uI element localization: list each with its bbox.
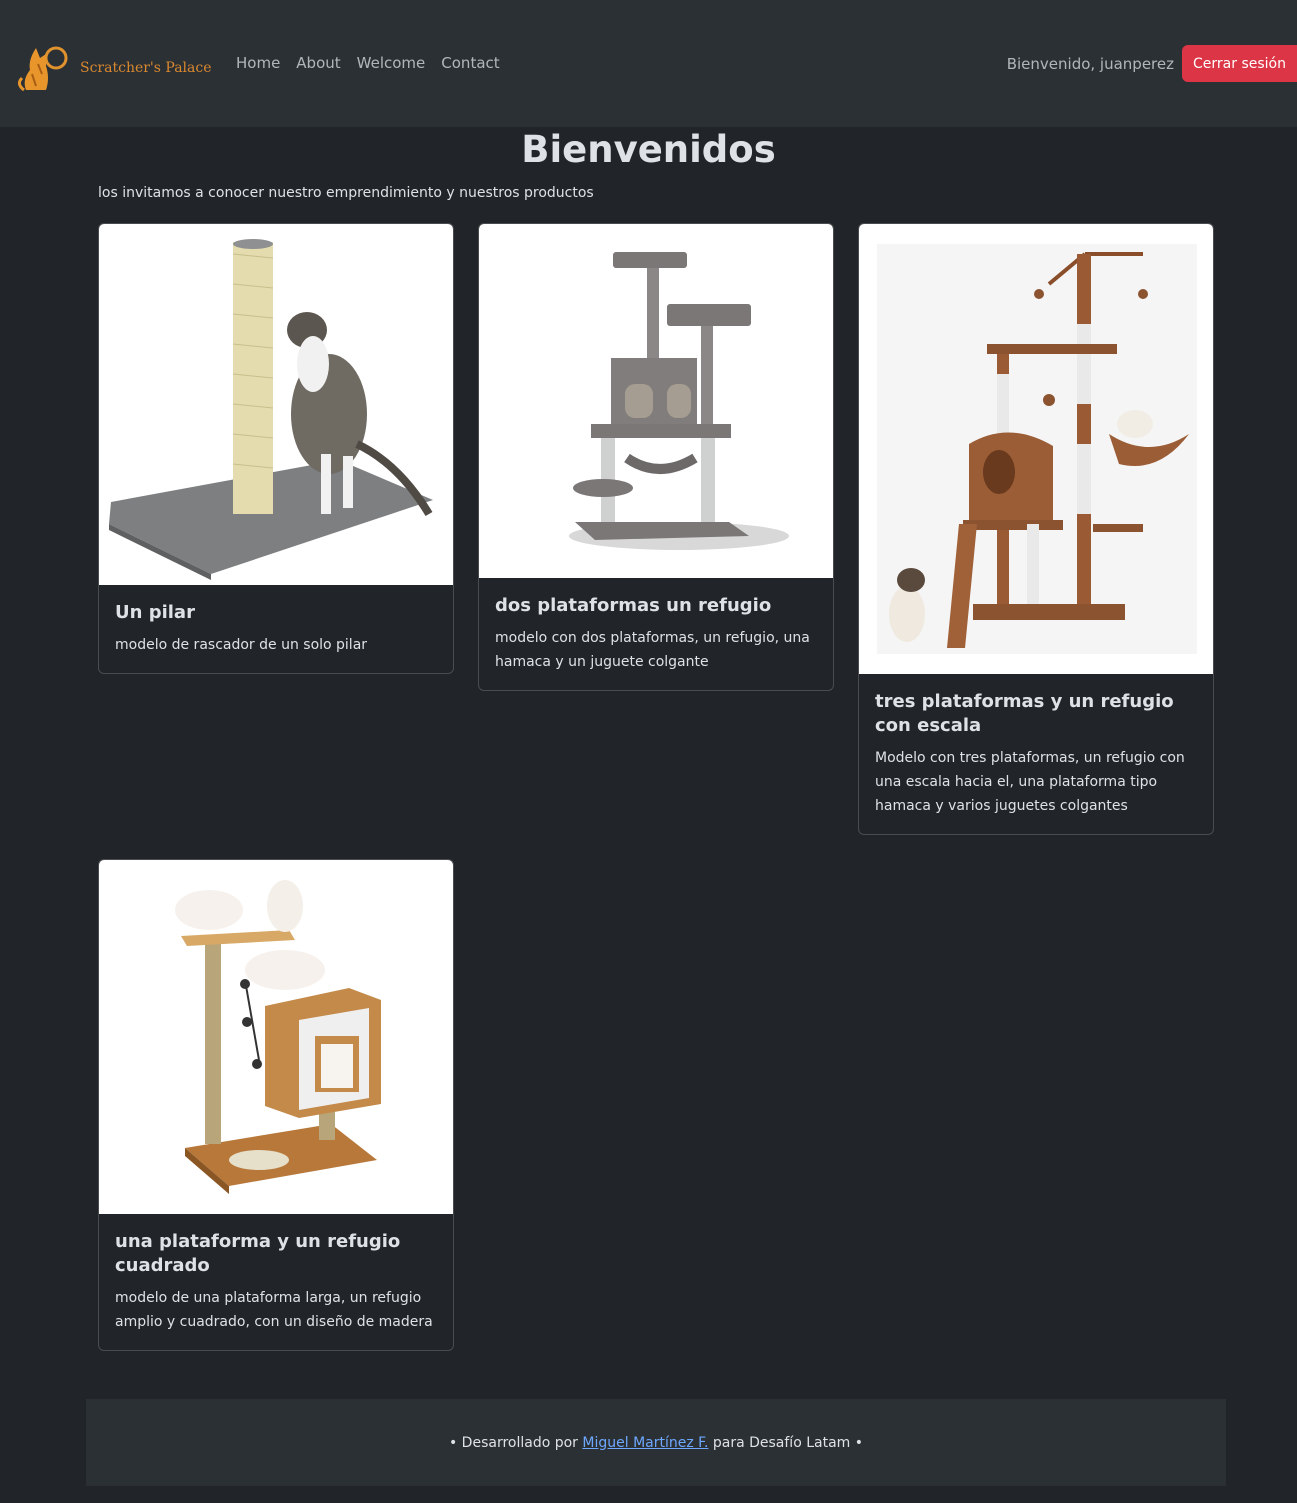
product-card: Un pilar modelo de rascador de un solo p…: [98, 223, 454, 674]
user-greeting: Bienvenido, juanperez: [1006, 55, 1174, 73]
footer: • Desarrollado por Miguel Martínez F. pa…: [86, 1399, 1226, 1486]
brand-name: Scratcher's Palace: [80, 60, 212, 76]
card-title: Un pilar: [115, 602, 195, 623]
nav-link-welcome[interactable]: Welcome: [357, 54, 426, 72]
card-title: dos plataformas un refugio: [495, 595, 772, 616]
intro-text: los invitamos a conocer nuestro emprendi…: [98, 185, 594, 201]
card-text: modelo de rascador de un solo pilar: [115, 637, 368, 653]
author-link[interactable]: Miguel Martínez F.: [582, 1435, 708, 1451]
footer-suffix: para Desafío Latam •: [708, 1434, 864, 1451]
card-title: tres plataformas y un refugio con escala: [875, 691, 1174, 736]
card-text: Modelo con tres plataformas, un refugio …: [875, 750, 1185, 814]
footer-prefix: • Desarrollado por: [448, 1434, 583, 1451]
product-image-three-platforms: [859, 224, 1213, 674]
product-image-two-platforms: [479, 224, 833, 578]
footer-text: • Desarrollado por Miguel Martínez F. pa…: [449, 1435, 863, 1451]
product-card: tres plataformas y un refugio con escala…: [858, 223, 1214, 835]
product-card: dos plataformas un refugio modelo con do…: [478, 223, 834, 691]
cat-tree-square-refuge-illustration: [175, 880, 381, 1194]
navbar: Scratcher's Palace Home About Welcome Co…: [0, 0, 1297, 127]
card-body: una plataforma y un refugio cuadrado mod…: [99, 1214, 453, 1350]
nav-link-home[interactable]: Home: [236, 54, 280, 72]
nav-link-about[interactable]: About: [296, 54, 340, 72]
product-image-square-refuge: [99, 860, 453, 1214]
nav-links: Home About Welcome Contact: [236, 54, 500, 72]
nav-link-contact[interactable]: Contact: [441, 54, 499, 72]
cat-tree-single-pillar-illustration: [109, 239, 433, 580]
cat-tree-two-platforms-illustration: [569, 252, 789, 550]
card-title: una plataforma y un refugio cuadrado: [115, 1231, 401, 1276]
card-text: modelo con dos plataformas, un refugio, …: [495, 630, 810, 670]
product-image-single-pillar: [99, 224, 453, 585]
cat-logo-icon: [17, 46, 68, 92]
card-text: modelo de una plataforma larga, un refug…: [115, 1290, 433, 1330]
product-card: una plataforma y un refugio cuadrado mod…: [98, 859, 454, 1351]
page-title: Bienvenidos: [521, 128, 776, 171]
logout-button[interactable]: Cerrar sesión: [1182, 45, 1297, 82]
brand-link[interactable]: Scratcher's Palace: [16, 40, 212, 96]
cat-tree-three-platforms-illustration: [877, 244, 1197, 654]
card-body: tres plataformas y un refugio con escala…: [859, 674, 1213, 834]
card-body: Un pilar modelo de rascador de un solo p…: [99, 585, 453, 673]
card-body: dos plataformas un refugio modelo con do…: [479, 578, 833, 690]
